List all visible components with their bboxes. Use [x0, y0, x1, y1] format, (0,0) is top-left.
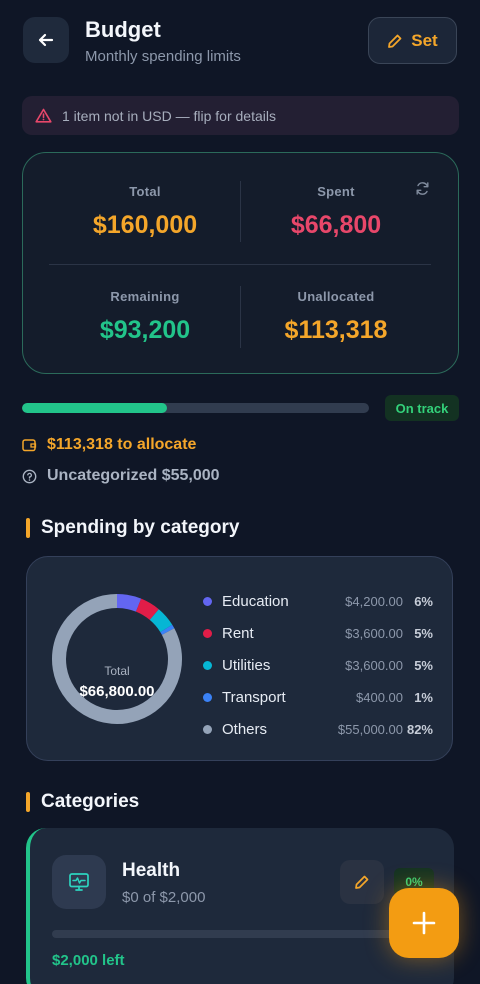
- remaining-value: $93,200: [99, 316, 191, 344]
- legend-dot: [203, 596, 212, 606]
- category-progress-bar: [52, 930, 412, 938]
- chart-legend: Education $4,200.00 6% Rent $3,600.00 5% Utili…: [201, 585, 433, 745]
- donut-slice-rent[interactable]: [135, 598, 159, 621]
- unallocated-label: Unallocated: [297, 289, 375, 304]
- legend-amount: $55,000.00: [337, 721, 403, 737]
- donut-center-label: Total: [104, 664, 129, 678]
- legend-dot: [203, 724, 212, 734]
- legend-item-education[interactable]: Education $4,200.00 6%: [201, 585, 433, 617]
- legend-percent: 1%: [414, 689, 433, 705]
- budget-progress-bar: [22, 403, 369, 413]
- set-budget-button[interactable]: Set: [368, 17, 457, 64]
- pencil-icon: [388, 34, 402, 48]
- uncategorized-text: Uncategorized $55,000: [47, 467, 220, 484]
- unallocated-cell: Unallocated $113,318: [241, 289, 431, 345]
- spending-section-title: Spending by category: [41, 517, 240, 538]
- legend-amount: $3,600.00: [345, 625, 403, 641]
- wallet-icon: [22, 439, 37, 452]
- legend-percent: 5%: [414, 657, 433, 673]
- arrow-left-icon: [38, 33, 54, 47]
- legend-name: Others: [222, 720, 268, 738]
- remaining-cell: Remaining $93,200: [50, 289, 240, 345]
- status-badge: On track: [385, 395, 459, 421]
- question-circle-icon: [22, 469, 37, 483]
- alert-triangle-icon: [35, 108, 52, 123]
- category-remaining: $2,000 left: [52, 952, 125, 969]
- divider: [49, 264, 431, 265]
- set-button-label: Set: [411, 30, 438, 50]
- category-name: Health: [122, 860, 181, 881]
- pencil-icon: [355, 875, 369, 889]
- category-amount: $0 of $2,000: [122, 889, 206, 906]
- unallocated-value: $113,318: [284, 316, 388, 344]
- spending-chart-card: Total $66,800.00 Education $4,200.00 6% Ren…: [26, 556, 453, 761]
- total-value: $160,000: [92, 211, 198, 239]
- legend-percent: 82%: [406, 721, 433, 737]
- legend-amount: $400.00: [356, 689, 403, 705]
- spending-donut-chart: Total $66,800.00: [52, 594, 182, 724]
- donut-center-value: $66,800.00: [79, 683, 154, 700]
- legend-amount: $4,200.00: [345, 593, 403, 609]
- page-subtitle: Monthly spending limits: [85, 48, 241, 65]
- legend-item-rent[interactable]: Rent $3,600.00 5%: [201, 617, 433, 649]
- spent-label: Spent: [317, 184, 355, 199]
- legend-dot: [203, 660, 212, 670]
- refresh-icon[interactable]: [415, 181, 430, 196]
- section-accent-bar: [26, 518, 30, 538]
- legend-amount: $3,600.00: [345, 657, 403, 673]
- legend-name: Education: [222, 592, 289, 610]
- legend-item-transport[interactable]: Transport $400.00 1%: [201, 681, 433, 713]
- categories-section-title: Categories: [41, 791, 140, 812]
- spending-section-header: Spending by category: [26, 517, 239, 539]
- monitor-heart-icon: [69, 873, 89, 891]
- currency-warning-banner[interactable]: 1 item not in USD — flip for details: [22, 96, 459, 135]
- legend-item-others[interactable]: Others $55,000.00 82%: [201, 713, 433, 745]
- donut-slice-education[interactable]: [116, 594, 142, 612]
- total-label: Total: [129, 184, 161, 199]
- allocate-row[interactable]: $113,318 to allocate: [22, 436, 196, 454]
- legend-item-utilities[interactable]: Utilities $3,600.00 5%: [201, 649, 433, 681]
- donut-slice-transport[interactable]: [160, 624, 175, 635]
- uncategorized-row[interactable]: Uncategorized $55,000: [22, 467, 220, 485]
- donut-slice-utilities[interactable]: [149, 609, 173, 633]
- budget-summary-card: Total $160,000 Spent $66,800 Remaining $…: [22, 152, 459, 374]
- app-header: Budget Monthly spending limits Set: [0, 0, 480, 80]
- legend-name: Rent: [222, 624, 254, 642]
- legend-dot: [203, 692, 212, 702]
- spent-value: $66,800: [290, 211, 382, 239]
- categories-section-header: Categories: [26, 791, 139, 813]
- page-title: Budget: [85, 17, 161, 42]
- add-category-button[interactable]: [389, 888, 459, 958]
- spent-cell: Spent $66,800: [241, 184, 431, 240]
- legend-dot: [203, 628, 212, 638]
- allocate-text: $113,318 to allocate: [47, 436, 197, 453]
- legend-name: Utilities: [222, 656, 271, 674]
- total-cell: Total $160,000: [50, 184, 240, 240]
- warning-text: 1 item not in USD — flip for details: [62, 107, 276, 124]
- back-button[interactable]: [23, 17, 69, 63]
- category-icon-box: [52, 855, 106, 909]
- section-accent-bar: [26, 792, 30, 812]
- legend-percent: 5%: [414, 625, 433, 641]
- budget-progress-fill: [22, 403, 168, 413]
- legend-percent: 6%: [414, 593, 433, 609]
- edit-category-button[interactable]: [340, 860, 384, 904]
- plus-icon: [412, 911, 436, 935]
- remaining-label: Remaining: [110, 289, 180, 304]
- legend-name: Transport: [222, 688, 286, 706]
